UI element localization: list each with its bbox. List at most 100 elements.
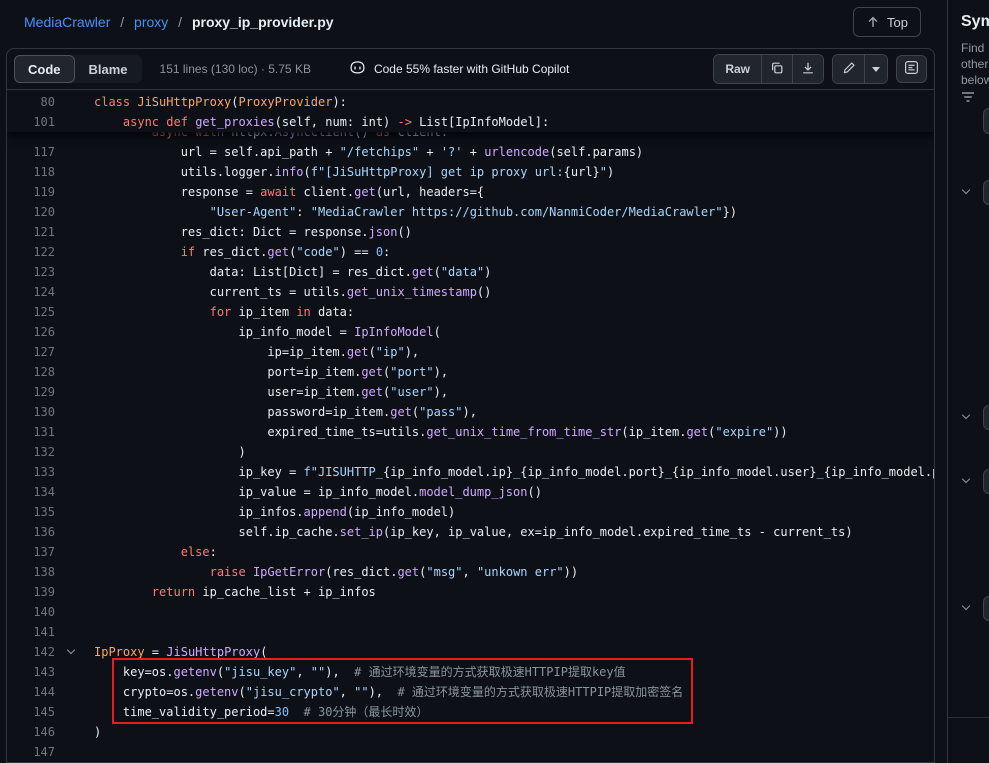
line-number[interactable]: 139: [7, 582, 55, 602]
code-line: 136 self.ip_cache.set_ip(ip_key, ip_valu…: [7, 522, 934, 542]
copilot-icon: [349, 59, 366, 79]
code-text: [55, 622, 934, 642]
code-text: async with httpx.AsyncClient() as client…: [55, 132, 934, 142]
code-text: class JiSuHttpProxy(ProxyProvider):: [55, 92, 934, 112]
code-text: crypto=os.getenv("jisu_crypto", ""), # 通…: [55, 682, 934, 702]
line-number[interactable]: 125: [7, 302, 55, 322]
code-line: 118 utils.logger.info(f"[JiSuHttpProxy] …: [7, 162, 934, 182]
code-line: 134 ip_value = ip_info_model.model_dump_…: [7, 482, 934, 502]
line-number[interactable]: 133: [7, 462, 55, 482]
cut-off-panel-button[interactable]: [983, 180, 989, 205]
back-to-top-button[interactable]: Top: [853, 7, 921, 37]
code-text: utils.logger.info(f"[JiSuHttpProxy] get …: [55, 162, 934, 182]
line-number[interactable]: [7, 132, 55, 142]
line-number[interactable]: 144: [7, 682, 55, 702]
code-line: 140: [7, 602, 934, 622]
code-text: ip_key = f"JISUHTTP_{ip_info_model.ip}_{…: [55, 462, 934, 482]
line-number[interactable]: 123: [7, 262, 55, 282]
line-number[interactable]: 143: [7, 662, 55, 682]
code-text: if res_dict.get("code") == 0:: [55, 242, 934, 262]
code-text: [55, 602, 934, 622]
line-number[interactable]: 117: [7, 142, 55, 162]
symbol-group-chevron-icon[interactable]: [963, 187, 969, 193]
code-text: ): [55, 722, 934, 742]
line-number[interactable]: 136: [7, 522, 55, 542]
code-text: for ip_item in data:: [55, 302, 934, 322]
line-number[interactable]: 126: [7, 322, 55, 342]
line-number[interactable]: 132: [7, 442, 55, 462]
breadcrumb-separator: /: [178, 14, 182, 30]
code-text: return ip_cache_list + ip_infos: [55, 582, 934, 602]
raw-button[interactable]: Raw: [714, 55, 761, 83]
code-line: 126 ip_info_model = IpInfoModel(: [7, 322, 934, 342]
symbol-group-chevron-icon[interactable]: [963, 603, 969, 609]
copilot-banner: Code 55% faster with GitHub Copilot: [349, 59, 569, 79]
cut-off-panel-button[interactable]: [983, 405, 989, 430]
code-text: user=ip_item.get("user"),: [55, 382, 934, 402]
code-line: 142IpProxy = JiSuHttpProxy(: [7, 642, 934, 662]
cut-off-panel-button[interactable]: [983, 596, 989, 621]
line-number[interactable]: 101: [7, 112, 55, 132]
line-number[interactable]: 131: [7, 422, 55, 442]
fold-chevron-icon[interactable]: [68, 647, 74, 653]
line-number[interactable]: 122: [7, 242, 55, 262]
line-number[interactable]: 142: [7, 642, 55, 662]
code-text: self.ip_cache.set_ip(ip_key, ip_value, e…: [55, 522, 934, 542]
code-text: port=ip_item.get("port"),: [55, 362, 934, 382]
line-number[interactable]: 147: [7, 742, 55, 762]
download-raw-button[interactable]: [792, 55, 823, 83]
code-line: 144 crypto=os.getenv("jisu_crypto", ""),…: [7, 682, 934, 702]
line-number[interactable]: 130: [7, 402, 55, 422]
edit-dropdown-button[interactable]: [864, 55, 887, 83]
cut-off-panel-button[interactable]: [983, 108, 989, 134]
line-number[interactable]: 127: [7, 342, 55, 362]
line-number[interactable]: 134: [7, 482, 55, 502]
line-number[interactable]: 121: [7, 222, 55, 242]
line-number[interactable]: 146: [7, 722, 55, 742]
breadcrumb-separator: /: [120, 14, 124, 30]
line-number[interactable]: 120: [7, 202, 55, 222]
breadcrumb-repo-link[interactable]: MediaCrawler: [24, 14, 110, 30]
github-file-view: MediaCrawler / proxy / proxy_ip_provider…: [0, 0, 989, 763]
code-text: key=os.getenv("jisu_key", ""), # 通过环境变量的…: [55, 662, 934, 682]
symbol-group-chevron-icon[interactable]: [963, 412, 969, 418]
code-area: 80class JiSuHttpProxy(ProxyProvider):101…: [7, 90, 934, 762]
line-number[interactable]: 138: [7, 562, 55, 582]
line-number[interactable]: 129: [7, 382, 55, 402]
code-line: 147: [7, 742, 934, 762]
main-content: MediaCrawler / proxy / proxy_ip_provider…: [0, 0, 947, 763]
arrow-up-icon: [866, 15, 880, 29]
symbol-group-chevron-icon[interactable]: [963, 476, 969, 482]
tab-code[interactable]: Code: [14, 55, 75, 83]
code-text: res_dict: Dict = response.json(): [55, 222, 934, 242]
panel-divider: [948, 717, 989, 718]
symbols-toggle-icon: [904, 60, 919, 78]
chevron-down-icon: [962, 186, 970, 194]
copy-raw-button[interactable]: [761, 55, 792, 83]
breadcrumb-file-name: proxy_ip_provider.py: [192, 14, 334, 30]
symbols-panel-description-line: other: [961, 56, 989, 72]
edit-file-button[interactable]: [833, 55, 864, 83]
breadcrumb-folder-link[interactable]: proxy: [134, 14, 168, 30]
line-number[interactable]: 141: [7, 622, 55, 642]
line-number[interactable]: 80: [7, 92, 55, 112]
code-line: 145 time_validity_period=30 # 30分钟（最长时效）: [7, 702, 934, 722]
filter-button[interactable]: [960, 89, 976, 108]
line-number[interactable]: 119: [7, 182, 55, 202]
line-number[interactable]: 137: [7, 542, 55, 562]
tab-blame[interactable]: Blame: [75, 55, 142, 83]
line-number[interactable]: 140: [7, 602, 55, 622]
code-text: ): [55, 442, 934, 462]
code-line: 123 data: List[Dict] = res_dict.get("dat…: [7, 262, 934, 282]
line-number[interactable]: 135: [7, 502, 55, 522]
code-text: ip_info_model = IpInfoModel(: [55, 322, 934, 342]
chevron-down-icon: [962, 475, 970, 483]
cut-off-panel-button[interactable]: [983, 469, 989, 494]
line-number[interactable]: 145: [7, 702, 55, 722]
line-number[interactable]: 118: [7, 162, 55, 182]
symbols-panel-toggle-button[interactable]: [896, 55, 927, 83]
filter-icon: [960, 93, 976, 108]
line-number[interactable]: 124: [7, 282, 55, 302]
copy-icon: [770, 61, 784, 78]
line-number[interactable]: 128: [7, 362, 55, 382]
